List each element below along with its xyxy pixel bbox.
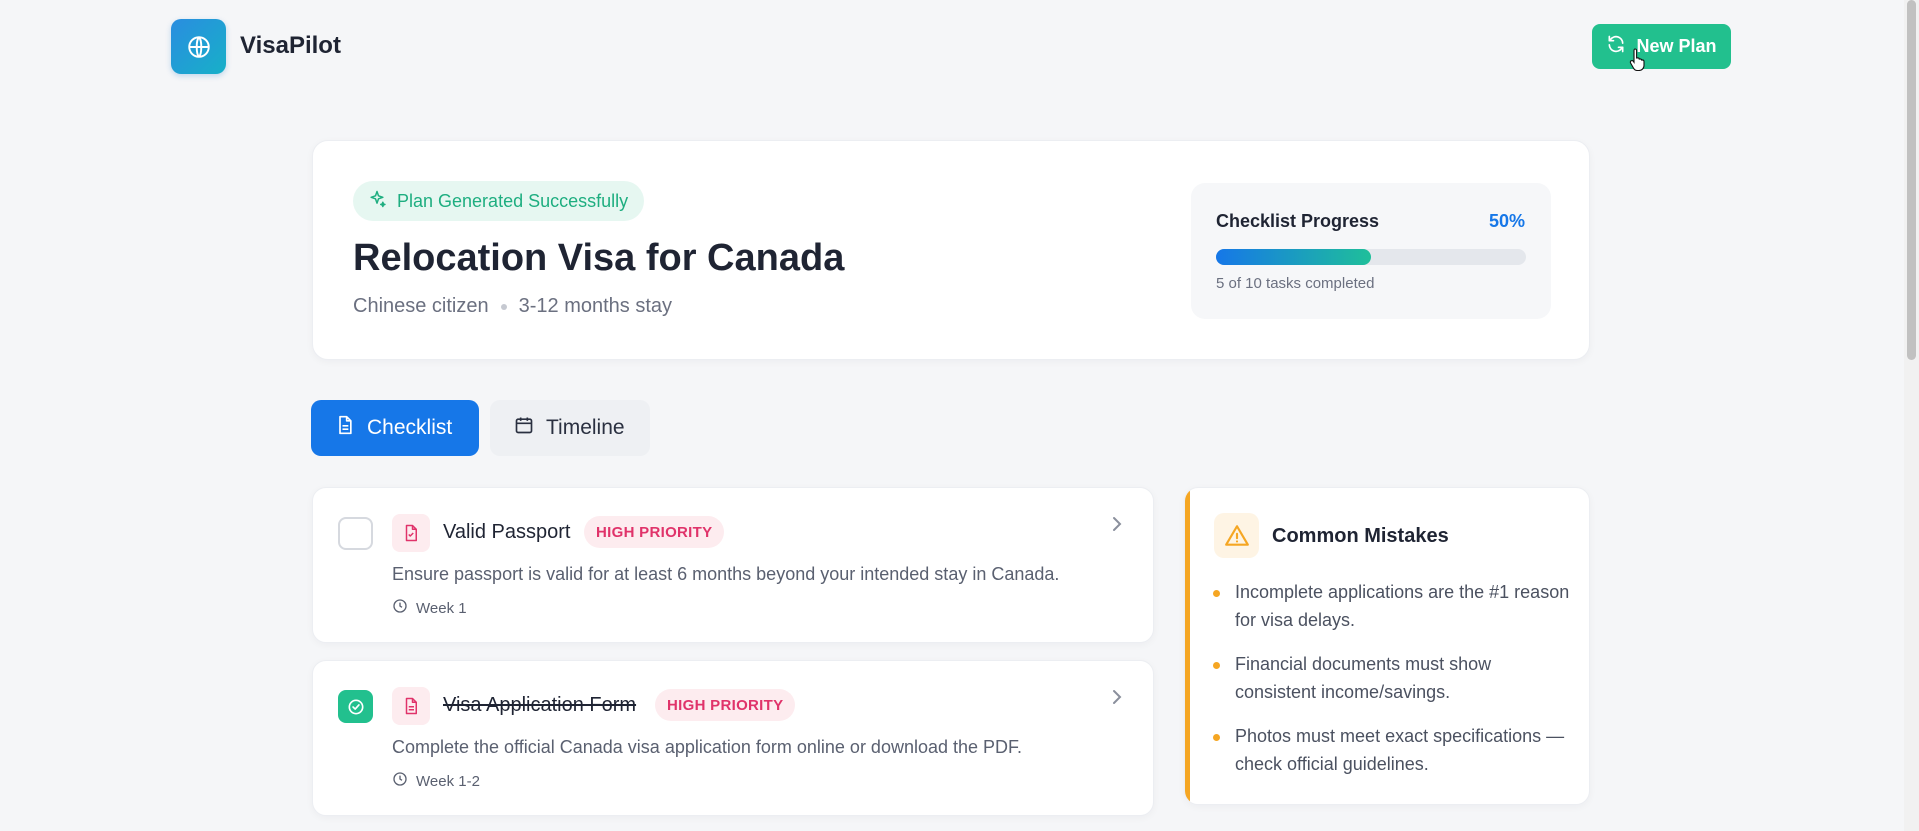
task-title: Valid Passport <box>443 521 571 543</box>
success-badge: Plan Generated Successfully <box>353 181 645 221</box>
task-title: Visa Application Form <box>443 694 637 716</box>
task-card-valid-passport[interactable]: Valid Passport HIGH PRIORITY Ensure pass… <box>312 487 1154 643</box>
form-document-icon <box>392 687 430 725</box>
new-plan-button[interactable]: New Plan <box>1592 24 1731 69</box>
progress-percent: 50% <box>1488 211 1525 231</box>
plan-summary-card: Plan Generated Successfully Relocation V… <box>312 140 1590 360</box>
mistake-item: Photos must meet exact specifications — … <box>1211 722 1571 778</box>
progress-bar <box>1216 249 1526 265</box>
scrollbar-thumb[interactable] <box>1907 0 1916 360</box>
calendar-icon <box>514 415 534 441</box>
globe-logo-icon[interactable] <box>171 19 226 74</box>
accent-bar <box>1185 488 1190 804</box>
task-checkbox[interactable] <box>338 517 373 550</box>
stay-duration-label: 3-12 months stay <box>518 295 673 317</box>
progress-title: Checklist Progress <box>1216 211 1380 231</box>
meta-separator <box>500 303 507 310</box>
mistakes-list: Incomplete applications are the #1 reaso… <box>1211 578 1571 794</box>
task-week-label: Week 1 <box>416 599 467 617</box>
task-week: Week 1 <box>392 598 467 618</box>
success-badge-label: Plan Generated Successfully <box>397 190 629 211</box>
hand-cursor-icon <box>1629 47 1647 76</box>
task-card-visa-application-form[interactable]: Visa Application Form HIGH PRIORITY Comp… <box>312 660 1154 816</box>
tab-timeline-label: Timeline <box>546 416 625 439</box>
clock-icon <box>392 771 408 791</box>
document-icon <box>335 415 355 441</box>
tab-timeline[interactable]: Timeline <box>490 400 650 456</box>
progress-note: 5 of 10 tasks completed <box>1216 275 1375 292</box>
common-mistakes-card: Common Mistakes Incomplete applications … <box>1184 487 1590 805</box>
new-plan-label: New Plan <box>1636 36 1717 56</box>
warning-icon <box>1214 513 1259 558</box>
task-week-label: Week 1-2 <box>416 772 480 790</box>
chevron-right-icon[interactable] <box>1109 687 1125 712</box>
priority-badge: HIGH PRIORITY <box>584 516 725 548</box>
passport-document-icon <box>392 514 430 552</box>
mistakes-title: Common Mistakes <box>1272 525 1449 547</box>
tab-checklist[interactable]: Checklist <box>311 400 479 456</box>
citizenship-label: Chinese citizen <box>353 295 489 317</box>
progress-bar-fill <box>1216 249 1371 265</box>
page-scrollbar[interactable] <box>1904 0 1919 831</box>
tab-checklist-label: Checklist <box>367 416 453 439</box>
clock-icon <box>392 598 408 618</box>
chevron-right-icon[interactable] <box>1109 514 1125 539</box>
brand-name[interactable]: VisaPilot <box>240 32 341 60</box>
plan-title: Relocation Visa for Canada <box>353 237 845 279</box>
task-description: Complete the official Canada visa applic… <box>392 737 1023 757</box>
plan-meta: Chinese citizen 3-12 months stay <box>353 295 672 318</box>
top-bar: VisaPilot New Plan <box>0 0 1919 96</box>
priority-badge: HIGH PRIORITY <box>655 689 796 721</box>
refresh-icon <box>1606 34 1626 59</box>
checklist-progress-card: Checklist Progress 50% 5 of 10 tasks com… <box>1191 183 1551 319</box>
task-description: Ensure passport is valid for at least 6 … <box>392 564 1060 584</box>
mistake-item: Financial documents must show consistent… <box>1211 650 1571 706</box>
sparkle-icon <box>367 189 387 214</box>
task-checkbox-checked[interactable] <box>338 690 373 723</box>
mistake-item: Incomplete applications are the #1 reaso… <box>1211 578 1571 634</box>
task-week: Week 1-2 <box>392 771 480 791</box>
